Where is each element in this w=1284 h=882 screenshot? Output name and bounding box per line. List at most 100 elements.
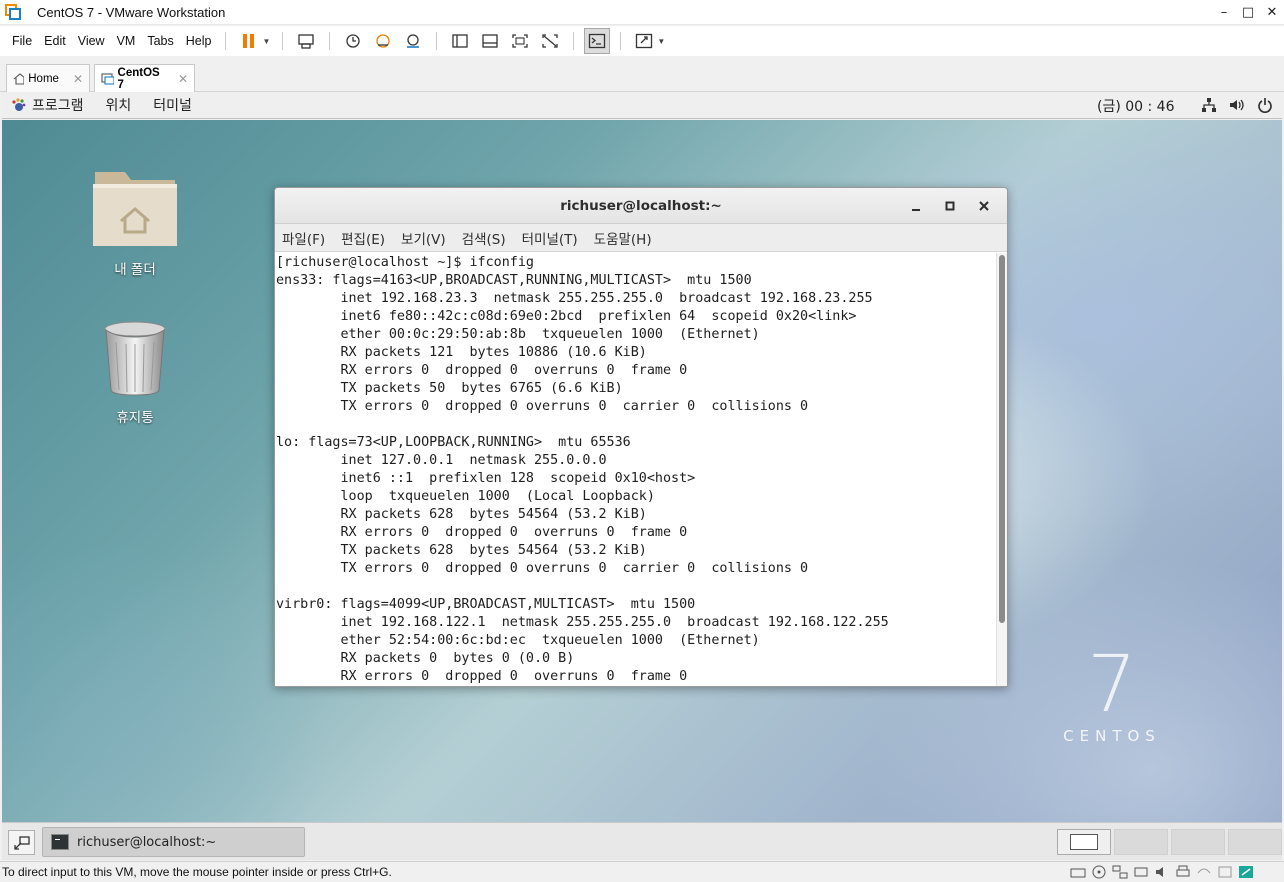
gnome-clock[interactable]: (금) 00 : 46 bbox=[1097, 96, 1175, 116]
power-icon[interactable] bbox=[1256, 96, 1274, 114]
status-text: To direct input to this VM, move the mou… bbox=[2, 865, 392, 879]
library-icon bbox=[452, 34, 469, 48]
menu-view[interactable]: View bbox=[72, 26, 111, 56]
centos-brand-number: 7 bbox=[1087, 640, 1137, 730]
console-view-button[interactable] bbox=[584, 28, 611, 54]
show-desktop-icon bbox=[13, 835, 30, 850]
centos-brand-word: CENTOS bbox=[1063, 727, 1161, 745]
menu-help[interactable]: Help bbox=[180, 26, 218, 56]
terminal-menu-file[interactable]: 파일(F) bbox=[282, 228, 325, 248]
unity-status-icon[interactable] bbox=[1238, 865, 1254, 879]
terminal-scrollbar[interactable] bbox=[996, 253, 1007, 686]
tab-centos-label: CentOS 7 bbox=[117, 67, 160, 91]
home-icon bbox=[13, 72, 25, 85]
terminal-menu-edit[interactable]: 편집(E) bbox=[341, 228, 385, 248]
terminal-line: [richuser@localhost ~]$ ifconfig bbox=[276, 255, 534, 270]
workspace-3[interactable] bbox=[1171, 829, 1225, 855]
thumbnail-bar-icon bbox=[482, 34, 499, 48]
snapshot-revert-button[interactable] bbox=[370, 28, 396, 54]
send-ctrl-alt-del-button[interactable] bbox=[293, 28, 319, 54]
terminal-minimize-button[interactable] bbox=[899, 188, 933, 224]
volume-icon[interactable] bbox=[1228, 96, 1246, 114]
display-icon[interactable] bbox=[1196, 865, 1212, 879]
terminal-menu-view[interactable]: 보기(V) bbox=[401, 228, 446, 248]
toolbar-separator bbox=[225, 32, 227, 50]
terminal-title: richuser@localhost:~ bbox=[560, 198, 722, 214]
terminal-menubar: 파일(F) 편집(E) 보기(V) 검색(S) 터미널(T) 도움말(H) bbox=[275, 224, 1007, 252]
terminal-close-button[interactable] bbox=[967, 188, 1001, 224]
terminal-menu-terminal[interactable]: 터미널(T) bbox=[522, 228, 578, 248]
tab-home[interactable]: Home ✕ bbox=[6, 64, 90, 92]
terminal-line: virbr0: flags=4099<UP,BROADCAST,MULTICAS… bbox=[276, 597, 696, 612]
usb-icon[interactable] bbox=[1133, 865, 1149, 879]
fit-guest-dropdown-icon[interactable]: ▼ bbox=[657, 37, 665, 46]
terminal-titlebar[interactable]: richuser@localhost:~ bbox=[275, 188, 1007, 224]
cd-dvd-icon[interactable] bbox=[1091, 865, 1107, 879]
terminal-menu-help[interactable]: 도움말(H) bbox=[594, 228, 652, 248]
terminal-output[interactable]: [richuser@localhost ~]$ ifconfig ens33: f… bbox=[275, 253, 996, 686]
desktop-home-folder[interactable]: 내 폴더 bbox=[80, 166, 190, 278]
sound-card-icon[interactable] bbox=[1154, 865, 1170, 879]
full-screen-button[interactable] bbox=[507, 28, 533, 54]
menu-tabs[interactable]: Tabs bbox=[141, 26, 179, 56]
network-adapter-icon[interactable] bbox=[1112, 865, 1128, 879]
gnome-menu-applications[interactable]: 프로그램 bbox=[32, 95, 84, 115]
network-icon[interactable] bbox=[1200, 96, 1218, 114]
show-desktop-button[interactable] bbox=[8, 830, 35, 855]
library-button[interactable] bbox=[447, 28, 473, 54]
message-log-icon[interactable] bbox=[1217, 865, 1233, 879]
gnome-foot-icon bbox=[12, 98, 26, 111]
app-title: CentOS 7 - VMware Workstation bbox=[37, 4, 226, 20]
desktop-home-folder-label: 내 폴더 bbox=[114, 262, 156, 278]
taskbar-terminal-item[interactable]: richuser@localhost:~ bbox=[42, 827, 305, 857]
menu-vm[interactable]: VM bbox=[111, 26, 142, 56]
desktop-trash-label: 휴지통 bbox=[116, 410, 154, 426]
terminal-icon bbox=[51, 834, 69, 850]
terminal-menu-search[interactable]: 검색(S) bbox=[462, 228, 506, 248]
minimize-icon bbox=[912, 209, 920, 211]
tab-home-close-icon[interactable]: ✕ bbox=[73, 72, 83, 86]
hard-disk-icon[interactable] bbox=[1070, 865, 1086, 879]
printer-icon[interactable] bbox=[1175, 865, 1191, 879]
close-button[interactable]: ✕ bbox=[1260, 0, 1284, 25]
maximize-button[interactable]: □ bbox=[1236, 0, 1260, 25]
desktop-trash[interactable]: 휴지통 bbox=[80, 320, 190, 426]
snapshot-manager-button[interactable] bbox=[400, 28, 426, 54]
vm-icon bbox=[101, 73, 114, 85]
minimize-button[interactable]: – bbox=[1212, 0, 1236, 25]
gnome-bottom-bar: richuser@localhost:~ bbox=[2, 822, 1282, 860]
pause-dropdown-icon[interactable]: ▼ bbox=[262, 37, 270, 46]
unity-button[interactable] bbox=[537, 28, 563, 54]
fit-guest-icon bbox=[636, 33, 653, 49]
snapshot-take-button[interactable] bbox=[340, 28, 366, 54]
fit-guest-button[interactable] bbox=[631, 28, 657, 54]
menubar: File Edit View VM Tabs Help ▼ ▼ bbox=[0, 26, 1284, 56]
tab-centos[interactable]: CentOS 7 ✕ bbox=[94, 64, 195, 93]
thumbnail-bar-button[interactable] bbox=[477, 28, 503, 54]
terminal-line: inet 192.168.122.1 netmask 255.255.255.0… bbox=[276, 615, 889, 630]
terminal-line: TX packets 628 bytes 54564 (53.2 KiB) bbox=[276, 543, 647, 558]
terminal-scrollbar-thumb[interactable] bbox=[999, 255, 1005, 623]
menu-file[interactable]: File bbox=[6, 26, 38, 56]
terminal-line: RX packets 628 bytes 54564 (53.2 KiB) bbox=[276, 507, 647, 522]
gnome-menu-terminal[interactable]: 터미널 bbox=[153, 95, 192, 115]
terminal-line: RX errors 0 dropped 0 overruns 0 frame 0 bbox=[276, 363, 688, 378]
terminal-maximize-button[interactable] bbox=[933, 188, 967, 224]
workspace-1[interactable] bbox=[1057, 829, 1111, 855]
terminal-line: RX errors 0 dropped 0 overruns 0 frame 0 bbox=[276, 525, 688, 540]
maximize-icon bbox=[945, 201, 955, 211]
terminal-line: ether 52:54:00:6c:bd:ec txqueuelen 1000 … bbox=[276, 633, 760, 648]
terminal-line: ens33: flags=4163<UP,BROADCAST,RUNNING,M… bbox=[276, 273, 752, 288]
vmware-logo-icon bbox=[5, 4, 21, 20]
workspace-4[interactable] bbox=[1228, 829, 1282, 855]
workspace-2[interactable] bbox=[1114, 829, 1168, 855]
menu-edit[interactable]: Edit bbox=[38, 26, 72, 56]
terminal-window[interactable]: richuser@localhost:~ 파일(F) 편집(E) 보기(V) 검… bbox=[274, 187, 1008, 687]
gnome-menu-places[interactable]: 위치 bbox=[106, 95, 132, 115]
tab-centos-close-icon[interactable]: ✕ bbox=[178, 72, 188, 86]
trash-icon bbox=[104, 321, 166, 396]
terminal-line: TX errors 0 dropped 0 overruns 0 carrier… bbox=[276, 399, 809, 414]
snapshot-manager-icon bbox=[407, 34, 420, 48]
pause-button[interactable] bbox=[236, 28, 262, 54]
